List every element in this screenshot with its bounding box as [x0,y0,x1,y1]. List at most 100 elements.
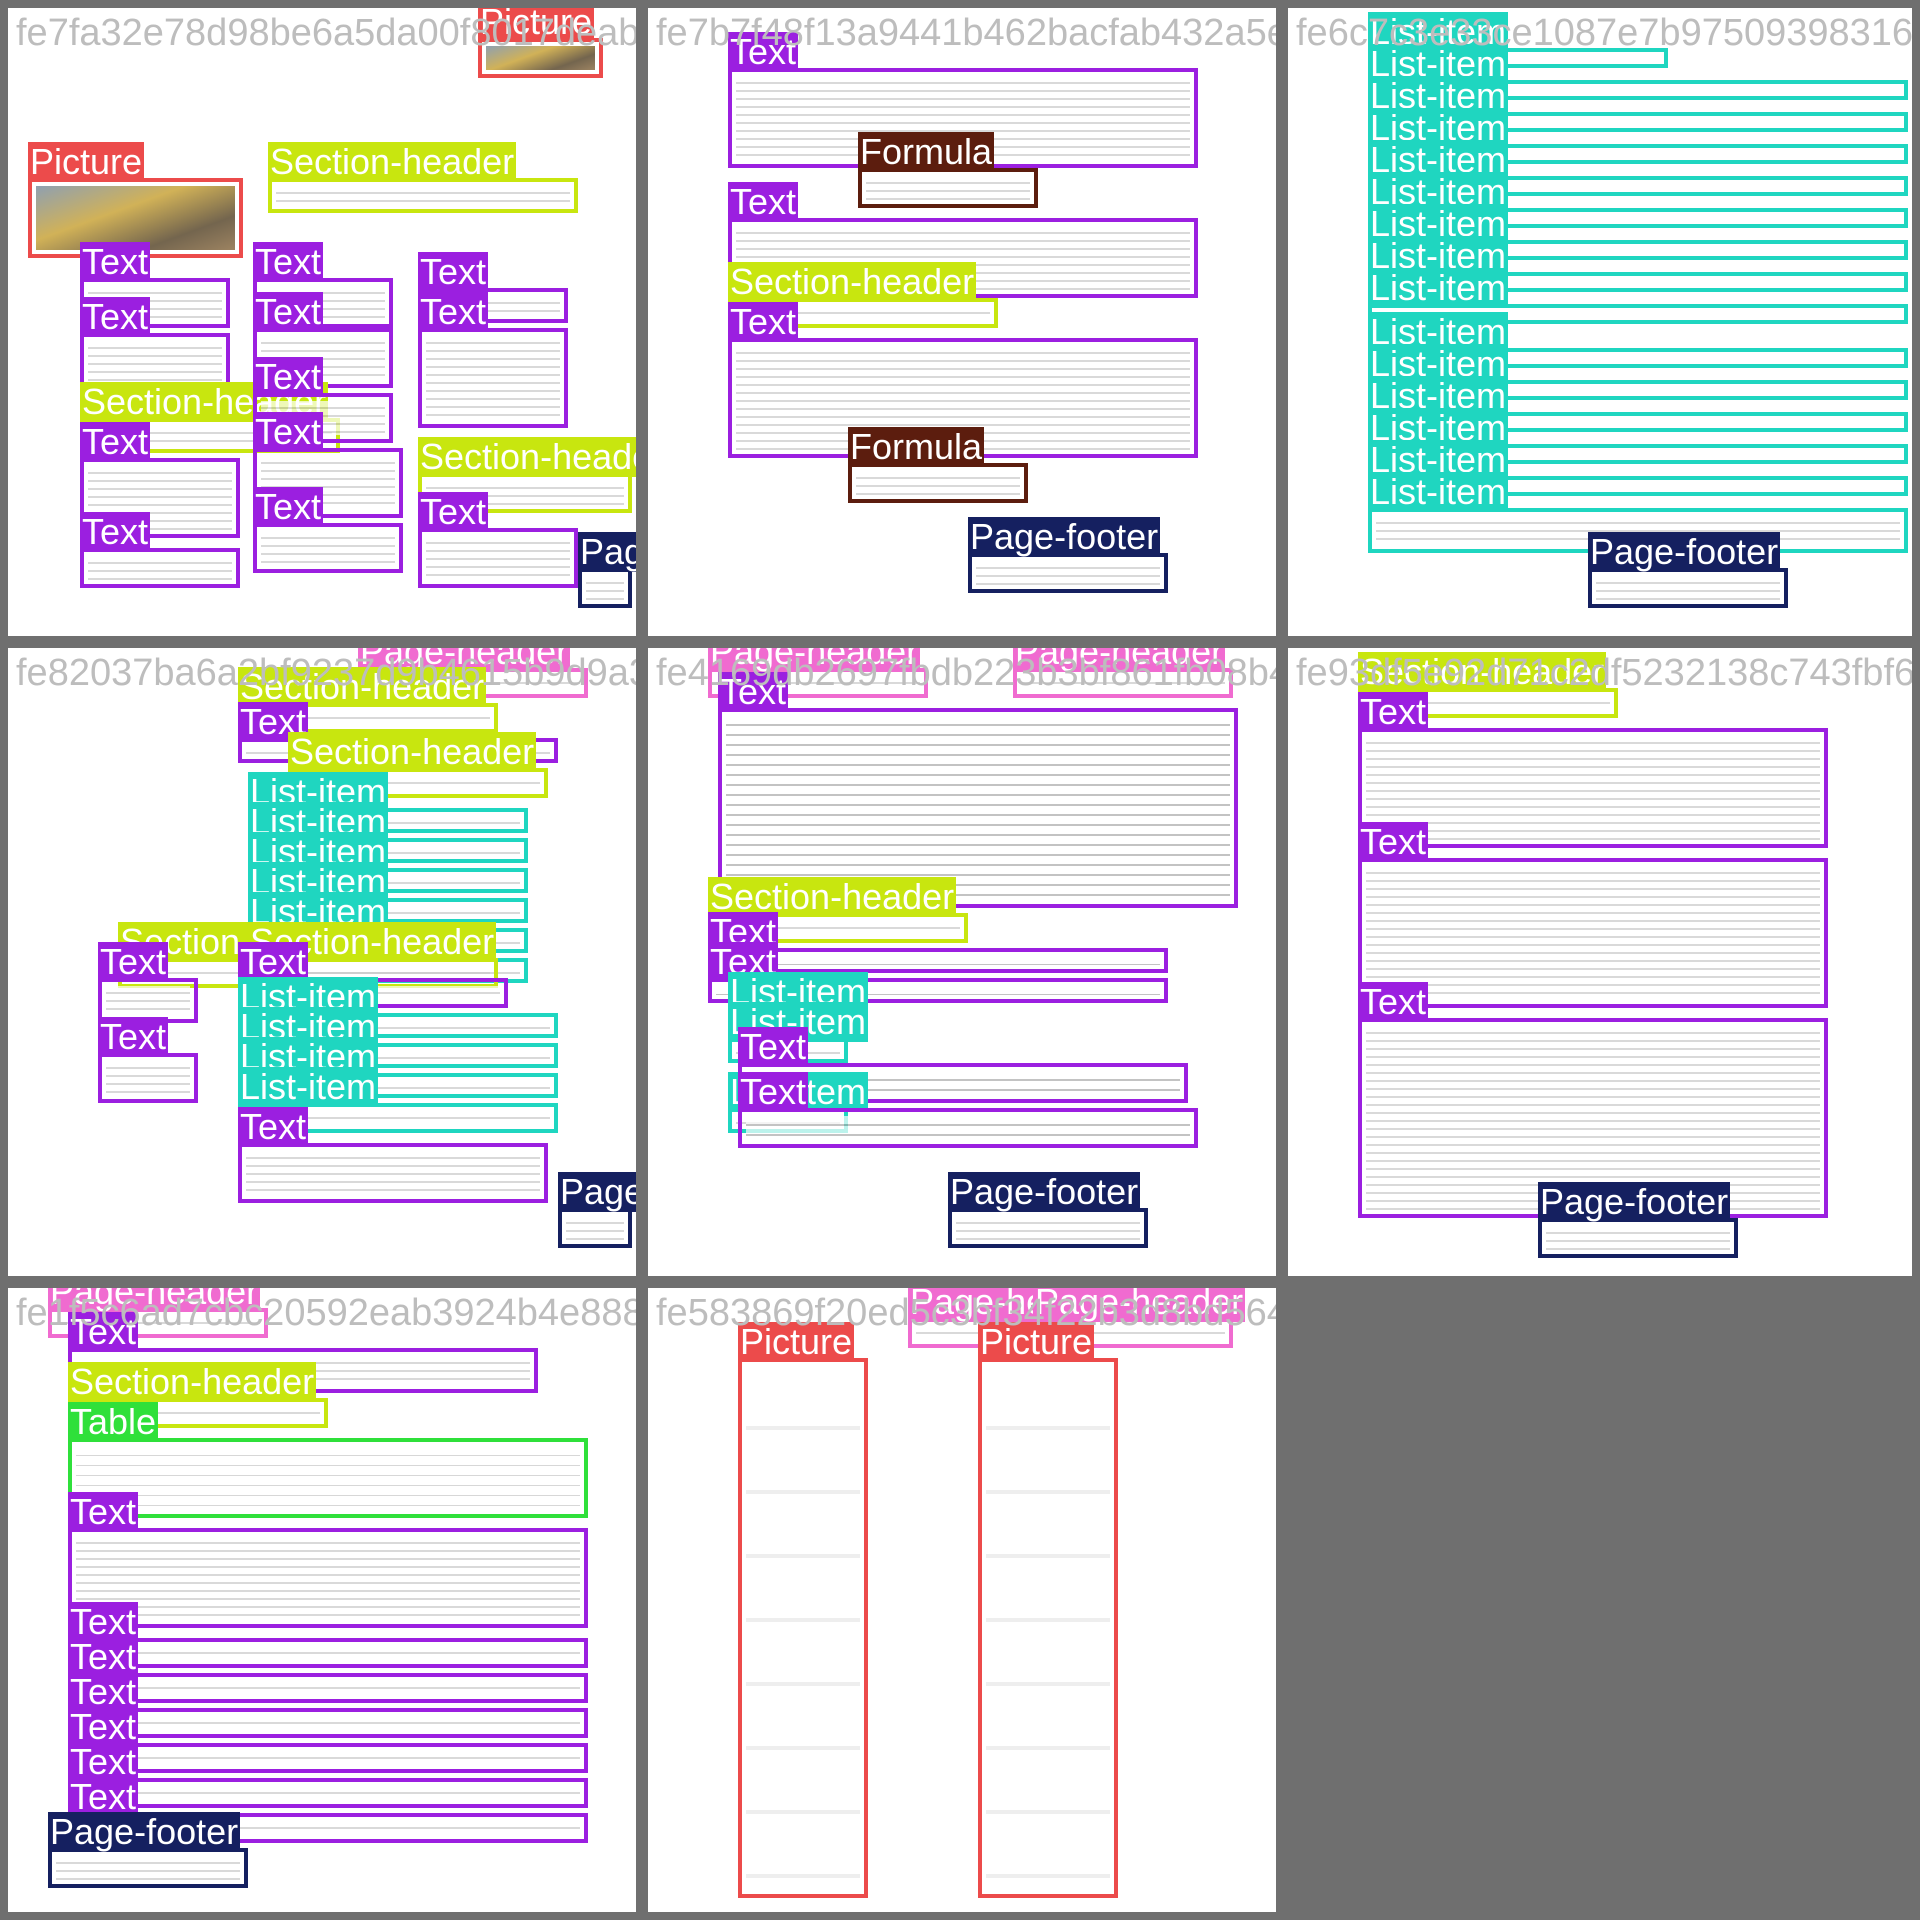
region-content [246,1151,540,1195]
region-label: Text [1358,821,1429,862]
region-content [726,716,1230,900]
page-header-region: Page-header [1013,648,1233,698]
region-content [486,46,595,70]
region-label: Page-footer [1538,1181,1731,1222]
region-label: Page-footer [558,1172,636,1212]
region-content [956,1216,1140,1240]
region-content [76,1786,580,1800]
region-label: Text [80,241,151,282]
region-label: Formula [858,131,995,172]
region-content [76,1716,580,1730]
region-label: Page-footer [1588,531,1781,572]
region-label: List-item [1368,267,1509,308]
text-region: Text [68,1707,588,1773]
region-label: Text [253,486,324,527]
region-content [746,1366,860,1890]
region-content [566,1216,624,1240]
tile-2: Text Formula Text Section-header Text Formula… [648,8,1276,636]
region-content [856,471,1020,495]
region-label: Text [738,1026,809,1067]
tile-3: List-item List-item List-item List-item List… [1288,8,1912,636]
picture-region: Picture [478,8,603,78]
region-label: Page-footer [968,516,1161,557]
region-content [76,1646,580,1660]
region-content [1366,866,1820,1000]
text-region: Text [418,492,578,588]
region-label: Picture [28,141,145,182]
region-label: Section-header [728,261,977,302]
region-content [106,986,190,1015]
text-region: Text [68,1637,588,1703]
region-label: Text [98,1016,169,1057]
region-label: Picture [738,1321,855,1362]
text-region: Text [68,1602,588,1668]
page-footer-region: Page-footer [1588,532,1788,608]
region-label: Text [738,1071,809,1112]
region-content [276,186,570,205]
region-label: Text [253,241,324,282]
region-content [76,1751,580,1765]
region-content [1596,576,1780,600]
region-label: Section-header [418,437,636,477]
region-label: Picture [978,1321,1095,1362]
table-region: Table [68,1402,588,1518]
section-header-region: Section-header [268,142,578,213]
region-label: Text [418,251,489,292]
picture-region: Picture [738,1322,868,1898]
region-label: Page-header [1033,1288,1246,1322]
text-region: Text [68,1492,588,1628]
tile-5: Page-header Page-header Text Section-header… [648,648,1276,1276]
tile-8: Page-header Page-header Picture Picture fe58… [648,1288,1276,1912]
region-label: Text [718,671,789,712]
region-label: Text [253,291,324,332]
text-region: Text [1358,692,1828,848]
region-label: Text [1358,981,1429,1022]
region-label: Text [98,941,169,982]
region-content [76,1446,580,1510]
region-label: Section-header [1358,651,1607,692]
region-label: Text [68,1491,139,1532]
region-content [586,576,624,600]
text-region: Text [738,1072,1198,1148]
region-label: Text [728,31,799,72]
region-label: Section-header [288,731,537,772]
region-label: Picture [478,8,595,42]
region-content [986,1366,1110,1890]
region-label: Formula [848,426,985,467]
page-footer-region: Page-footer [948,1172,1148,1248]
page-footer-region: Page-footer [1538,1182,1738,1258]
region-label: List-item [238,1066,379,1107]
text-region: Text [80,512,240,588]
region-label: Page-footer [948,1171,1141,1212]
region-label: Page-header [1013,648,1226,672]
region-content [1366,736,1820,840]
region-content [746,1116,1190,1140]
region-content [1021,676,1225,690]
region-label: Text [68,1311,139,1352]
text-region: Text [98,1017,198,1103]
region-content [866,176,1030,200]
region-label: Table [68,1401,159,1442]
region-label: Text [238,1106,309,1147]
tile-7: Page-header Text Section-header Table Text Te… [8,1288,636,1912]
region-label: Text [728,301,799,342]
region-label: Page-footer [578,532,636,572]
region-content [88,556,232,580]
region-label: Page-header [48,1288,261,1312]
text-region: Text [68,1742,588,1808]
region-label: Section-header [68,1361,317,1402]
region-label: Text [80,511,151,552]
region-label: Text [253,356,324,397]
formula-region: Formula [858,132,1038,208]
region-label: List-item [1368,471,1509,512]
page-footer-region: Page-footer [968,517,1168,593]
region-label: Page-header [708,648,921,672]
region-label: Text [418,291,489,332]
tile-1: Picture Picture Section-header Text Text Text… [8,8,636,636]
region-content [106,1061,190,1095]
region-label: Text [253,411,324,452]
region-label: Text [1358,691,1429,732]
tile-6: Section-header Text Text Text Page-footer fe9… [1288,648,1912,1276]
page-footer-region: Page-footer [558,1172,636,1248]
region-label: Text [728,181,799,222]
